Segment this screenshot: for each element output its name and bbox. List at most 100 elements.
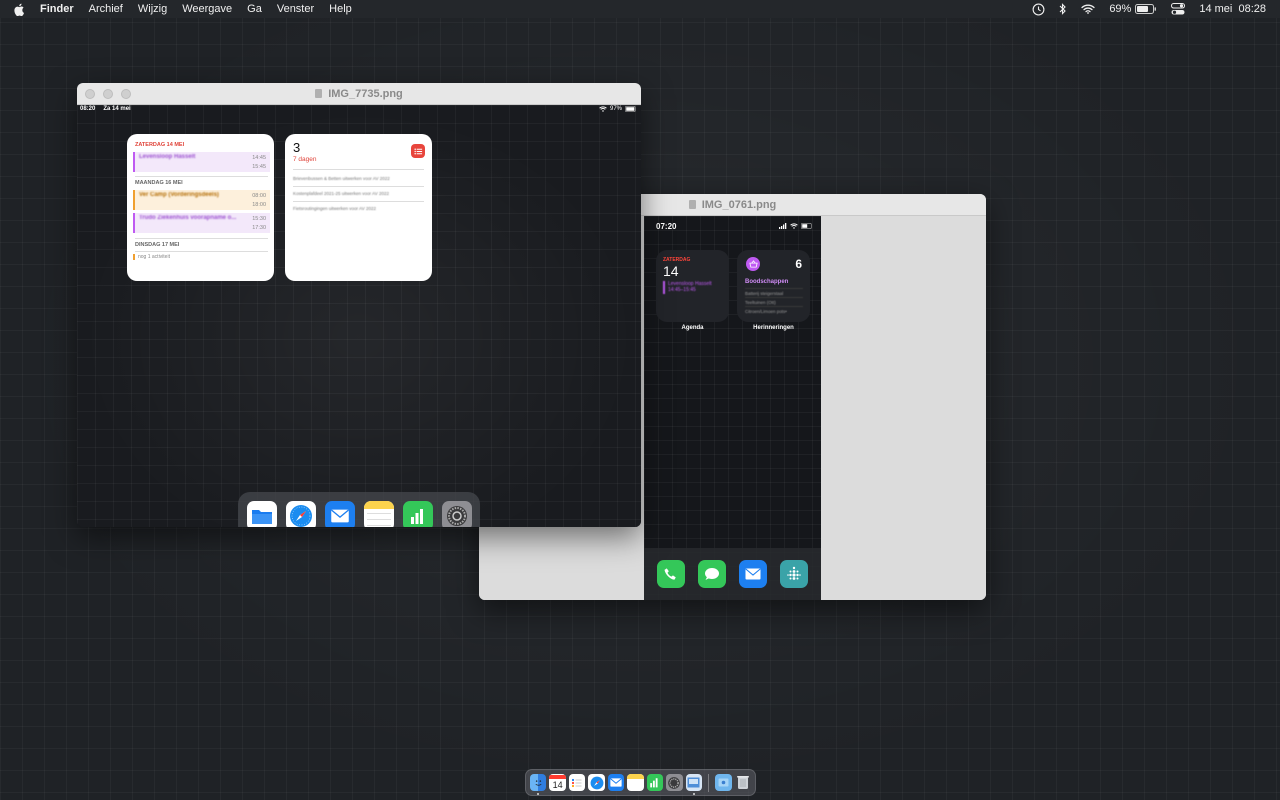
mail-icon[interactable]: [607, 774, 625, 791]
battery-status[interactable]: 69%: [1109, 3, 1157, 15]
reminder-item: Batterij steigerstaal: [745, 288, 803, 296]
bluetooth-icon[interactable]: [1059, 3, 1067, 15]
notes-icon[interactable]: [363, 501, 394, 527]
calendar-section-header: ZATERDAG 14 MEI: [135, 142, 185, 148]
menu-wijzig[interactable]: Wijzig: [138, 0, 167, 18]
status-area: 69% 14 mei 08:28: [1032, 0, 1266, 18]
downloads-icon[interactable]: [715, 774, 732, 791]
calendar-event[interactable]: Trudo Ziekenhuis voorapname o... 15:30 17…: [133, 213, 270, 233]
document-icon: [688, 200, 696, 209]
reminder-item: Teeltuinen (Ott): [745, 297, 803, 305]
window-controls: [85, 89, 131, 99]
reminders-list-icon: [411, 144, 425, 158]
trash-icon[interactable]: [735, 774, 751, 791]
reminders-widget-label: Herinneringen: [753, 325, 794, 331]
menu-ga[interactable]: Ga: [247, 0, 262, 18]
numbers-icon[interactable]: [646, 774, 664, 791]
battery-percent: 69%: [1109, 3, 1132, 15]
control-center-icon[interactable]: [1171, 3, 1186, 15]
numbers-icon[interactable]: [402, 501, 433, 527]
zoom-button[interactable]: [121, 89, 131, 99]
ipad-status-time: 08:20: [80, 106, 96, 112]
reminder-item[interactable]: Brievenbussen & Betten uitwerken voor AV…: [293, 176, 424, 181]
event-end: 15:45: [252, 164, 266, 170]
menu-venster[interactable]: Venster: [277, 0, 314, 18]
divider: [293, 186, 424, 187]
reminder-item[interactable]: Kostenplafdeel 2021-25 uitwerken voor AV…: [293, 191, 424, 196]
calendar-icon[interactable]: 14: [549, 774, 566, 791]
ipad-statusbar: 08:20 Za 14 mei: [80, 106, 131, 112]
reminder-item[interactable]: Fietsroutingingen uitwerken voor AV 2022: [293, 206, 424, 211]
menu-weergave[interactable]: Weergave: [182, 0, 232, 18]
event-start: 14:45: [252, 155, 266, 161]
mail-icon[interactable]: [324, 501, 355, 527]
wifi-icon: [790, 223, 798, 229]
calendar-event[interactable]: Levensloop Hasselt 14:45 15:45: [133, 152, 270, 172]
files-icon[interactable]: [246, 501, 277, 527]
reminders-widget[interactable]: 6 Boodschappen Batterij steigerstaal Tee…: [737, 250, 810, 322]
window-titlebar[interactable]: IMG_7735.png: [77, 83, 641, 105]
signal-icon: [779, 223, 787, 229]
dock-separator: [708, 773, 710, 792]
safari-icon[interactable]: [285, 501, 316, 527]
notes-icon[interactable]: [627, 774, 644, 791]
close-button[interactable]: [85, 89, 95, 99]
menu-bar: Finder Archief Wijzig Weergave Ga Venste…: [0, 0, 1280, 18]
battery-icon: [1135, 4, 1157, 14]
preview-icon[interactable]: [685, 774, 703, 795]
calendar-more-note: nog 1 activiteit: [133, 254, 170, 260]
fitbit-icon[interactable]: [780, 560, 809, 588]
iphone-status-time: 07:20: [656, 222, 677, 231]
apple-menu-icon[interactable]: [13, 3, 29, 16]
safari-icon[interactable]: [588, 774, 605, 791]
agenda-date: 14: [663, 263, 679, 279]
mail-icon[interactable]: [739, 560, 768, 588]
menu-help[interactable]: Help: [329, 0, 352, 18]
calendar-event-time: 14:45 15:45: [252, 154, 266, 172]
menu-archief[interactable]: Archief: [89, 0, 123, 18]
battery-icon: [625, 106, 636, 112]
agenda-widget[interactable]: ZATERDAG 14 Levensloop Hasselt 14:45–15:…: [656, 250, 729, 322]
running-indicator: [692, 793, 695, 795]
divider: [135, 251, 268, 252]
messages-icon[interactable]: [697, 560, 726, 588]
calendar-event-name: Ver Camp (Vorderingsdeels): [139, 192, 219, 198]
calendar-event[interactable]: Ver Camp (Vorderingsdeels) 08:00 18:00: [133, 190, 270, 210]
window-title: IMG_7735.png: [328, 87, 403, 100]
reminder-item: Citroen/Limoen pots•: [745, 306, 803, 314]
iphone-screenshot: 07:20 ZATERDAG 14 Levensloop Hasselt 14:…: [644, 216, 821, 600]
calendar-section-header: MAANDAG 16 MEI: [135, 180, 183, 186]
phone-icon[interactable]: [656, 560, 685, 588]
reminders-count: 3: [293, 140, 301, 155]
agenda-widget-label: Agenda: [681, 325, 704, 331]
finder-icon[interactable]: [530, 774, 547, 795]
calendar-event-name: Levensloop Hasselt: [139, 154, 196, 160]
event-end: 17:30: [252, 225, 266, 231]
agenda-event: Levensloop Hasselt 14:45–15:45: [663, 281, 721, 294]
shopping-basket-icon: [746, 257, 760, 271]
event-start: 08:00: [252, 193, 266, 199]
settings-icon[interactable]: [666, 774, 683, 791]
reminders-icon[interactable]: [568, 774, 586, 791]
preview-window-ipad[interactable]: IMG_7735.png 08:20 Za 14 mei 97% ZATERDA…: [77, 83, 641, 527]
clock-datetime[interactable]: 14 mei 08:28: [1199, 3, 1266, 15]
document-icon: [315, 89, 323, 98]
wifi-icon: [599, 106, 607, 112]
calendar-event-name: Trudo Ziekenhuis voorapname o...: [139, 215, 237, 221]
time-machine-icon[interactable]: [1032, 3, 1045, 16]
reminders-count: 6: [795, 257, 802, 271]
calendar-event-time: 15:30 17:30: [252, 215, 266, 233]
minimize-button[interactable]: [103, 89, 113, 99]
event-end: 18:00: [252, 202, 266, 208]
menu-app-finder[interactable]: Finder: [40, 0, 74, 18]
event-start: 15:30: [252, 216, 266, 222]
calendar-widget[interactable]: ZATERDAG 14 MEI Levensloop Hasselt 14:45…: [127, 134, 274, 281]
settings-icon[interactable]: [441, 501, 472, 527]
divider: [135, 176, 268, 177]
battery-icon: [801, 223, 812, 229]
reminders-widget[interactable]: 3 7 dagen Brievenbussen & Betten uitwerk…: [285, 134, 432, 281]
ipad-dock: [238, 492, 480, 527]
iphone-dock: [644, 548, 821, 600]
macos-dock: 14: [525, 769, 756, 796]
wifi-icon[interactable]: [1081, 4, 1095, 14]
